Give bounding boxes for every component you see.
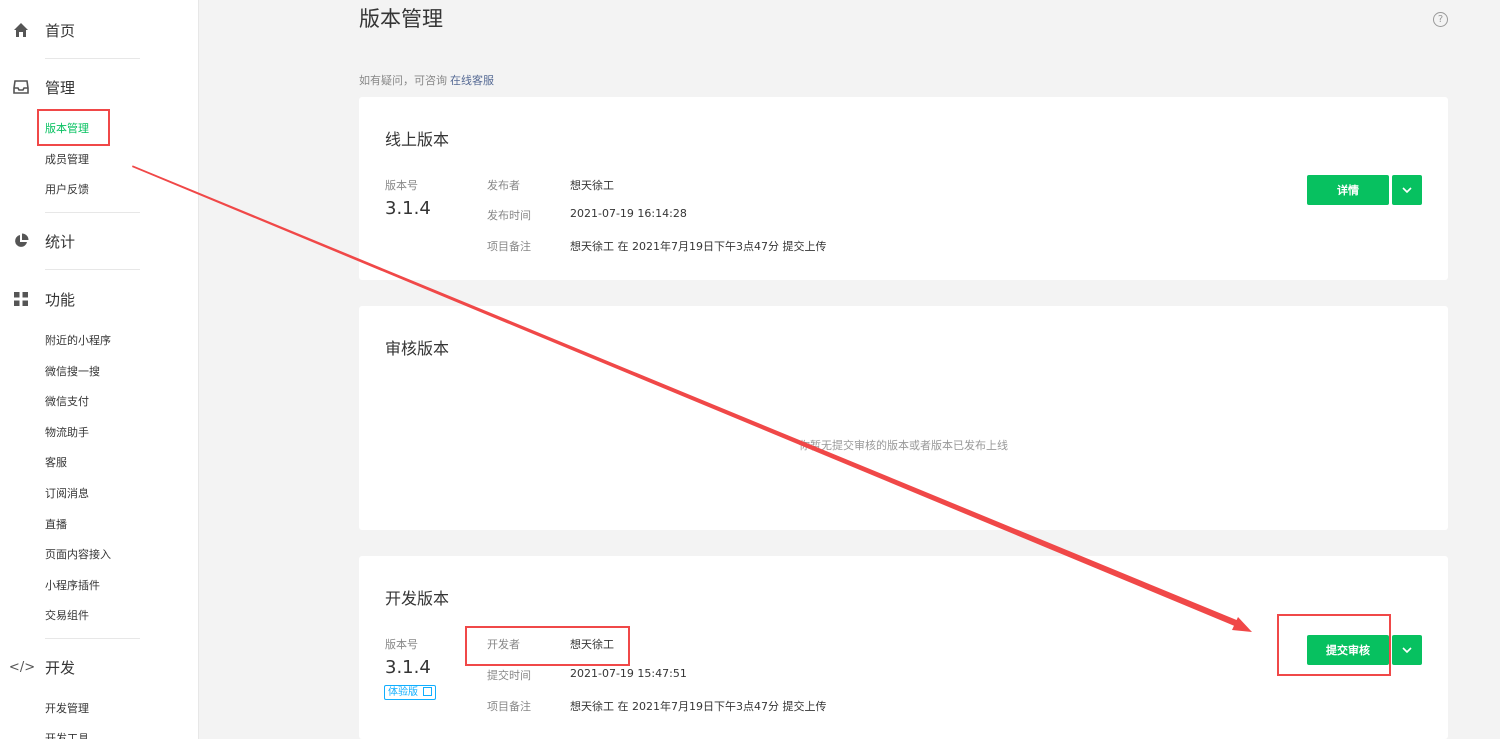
- nav-stats[interactable]: 统计: [0, 226, 199, 256]
- consult-label: 如有疑问，可咨询: [359, 74, 447, 87]
- nav-features[interactable]: 功能: [0, 284, 199, 314]
- sidebar-item-user-feedback[interactable]: 用户反馈: [45, 182, 89, 198]
- note-value: 想天徐工 在 2021年7月19日下午3点47分 提交上传: [570, 240, 827, 253]
- publisher-value: 想天徐工: [570, 179, 614, 192]
- sidebar-item-dev-tools[interactable]: 开发工具: [45, 731, 89, 739]
- qrcode-icon: [423, 687, 433, 696]
- note-label: 项目备注: [487, 700, 531, 713]
- chevron-down-icon: [1402, 647, 1412, 653]
- sidebar-item-customer-service[interactable]: 客服: [45, 455, 67, 471]
- publisher-label: 发布者: [487, 179, 520, 192]
- divider: [45, 212, 140, 213]
- note-label: 项目备注: [487, 240, 531, 253]
- online-version-card: 线上版本 版本号 3.1.4 发布者 想天徐工 发布时间 2021-07-19 …: [359, 97, 1448, 280]
- grid-icon: [12, 290, 30, 308]
- nav-features-label: 功能: [45, 290, 76, 309]
- sidebar-item-plugins[interactable]: 小程序插件: [45, 578, 100, 594]
- sidebar-item-subscription[interactable]: 订阅消息: [45, 486, 89, 502]
- annotation-box-developer: [465, 626, 630, 666]
- help-icon[interactable]: ?: [1433, 12, 1448, 27]
- publish-time-value: 2021-07-19 16:14:28: [570, 207, 687, 220]
- chevron-down-icon: [1402, 187, 1412, 193]
- divider: [45, 58, 140, 59]
- nav-dev[interactable]: </> 开发: [0, 652, 199, 682]
- sidebar-item-wechat-search[interactable]: 微信搜一搜: [45, 364, 100, 380]
- version-label: 版本号: [385, 638, 418, 651]
- sidebar-item-logistics[interactable]: 物流助手: [45, 425, 89, 441]
- empty-state-text: 你暂无提交审核的版本或者版本已发布上线: [799, 439, 1008, 452]
- review-version-card: 审核版本 你暂无提交审核的版本或者版本已发布上线: [359, 306, 1448, 530]
- code-icon: </>: [8, 659, 36, 675]
- submit-time-label: 提交时间: [487, 669, 531, 682]
- sidebar-item-member-manage[interactable]: 成员管理: [45, 152, 89, 168]
- more-dropdown-button[interactable]: [1392, 635, 1422, 665]
- home-icon: [12, 21, 30, 39]
- consult-text: 如有疑问，可咨询 在线客服: [359, 72, 494, 88]
- sidebar-item-trade[interactable]: 交易组件: [45, 608, 89, 624]
- nav-stats-label: 统计: [45, 232, 76, 251]
- sidebar-item-page-content[interactable]: 页面内容接入: [45, 547, 111, 563]
- sidebar-item-dev-manage[interactable]: 开发管理: [45, 701, 89, 717]
- inbox-icon: [12, 78, 30, 96]
- sidebar-item-live[interactable]: 直播: [45, 517, 67, 533]
- version-number: 3.1.4: [385, 198, 431, 219]
- more-dropdown-button[interactable]: [1392, 175, 1422, 205]
- pie-chart-icon: [12, 232, 30, 250]
- trial-badge-label: 体验版: [388, 687, 418, 698]
- annotation-box-version-manage: [37, 109, 110, 146]
- card-title: 开发版本: [385, 589, 450, 608]
- version-number: 3.1.4: [385, 657, 431, 678]
- divider: [45, 269, 140, 270]
- nav-home[interactable]: 首页: [0, 15, 199, 45]
- sidebar-item-wechat-pay[interactable]: 微信支付: [45, 394, 89, 410]
- page-title: 版本管理: [359, 7, 443, 31]
- annotation-box-submit-review: [1277, 614, 1391, 676]
- online-service-link[interactable]: 在线客服: [450, 74, 494, 87]
- nav-manage[interactable]: 管理: [0, 72, 199, 102]
- divider: [45, 638, 140, 639]
- version-label: 版本号: [385, 179, 418, 192]
- nav-dev-label: 开发: [45, 658, 76, 677]
- card-title: 线上版本: [385, 130, 450, 149]
- nav-manage-label: 管理: [45, 78, 76, 97]
- detail-button[interactable]: 详情: [1307, 175, 1389, 205]
- submit-time-value: 2021-07-19 15:47:51: [570, 667, 687, 680]
- publish-time-label: 发布时间: [487, 209, 531, 222]
- note-value: 想天徐工 在 2021年7月19日下午3点47分 提交上传: [570, 700, 827, 713]
- nav-home-label: 首页: [45, 21, 76, 40]
- card-title: 审核版本: [385, 339, 450, 358]
- sidebar-item-nearby[interactable]: 附近的小程序: [45, 333, 111, 349]
- trial-badge[interactable]: 体验版: [384, 685, 437, 700]
